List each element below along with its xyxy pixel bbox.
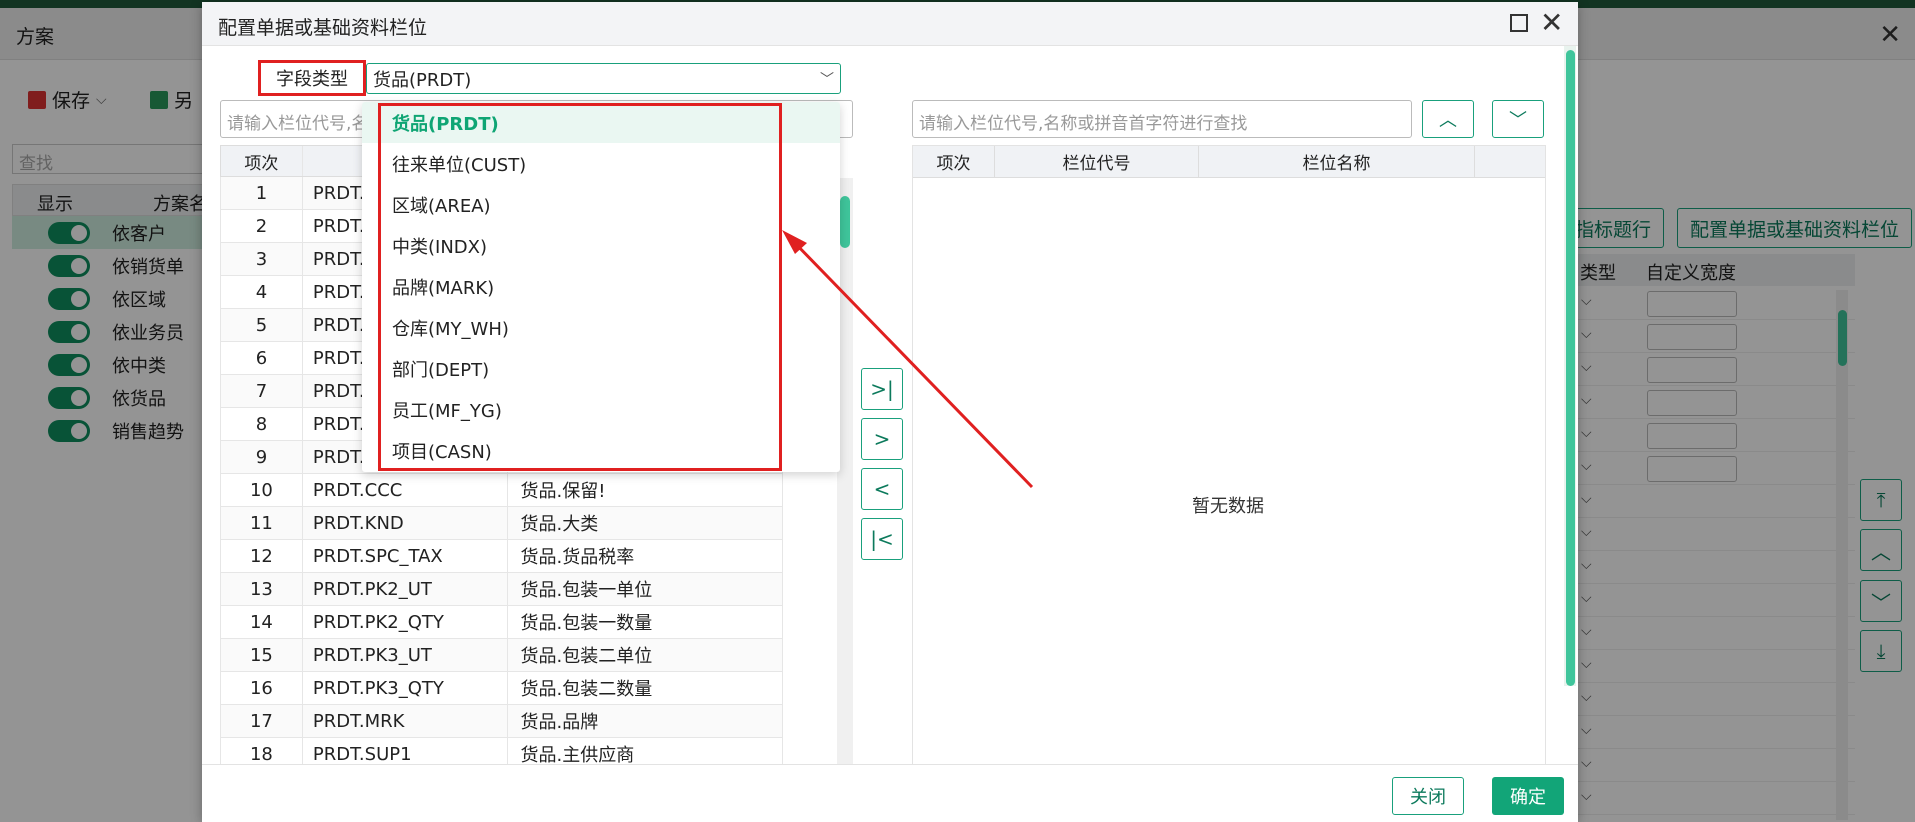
annotation-arrow [782, 230, 1034, 489]
